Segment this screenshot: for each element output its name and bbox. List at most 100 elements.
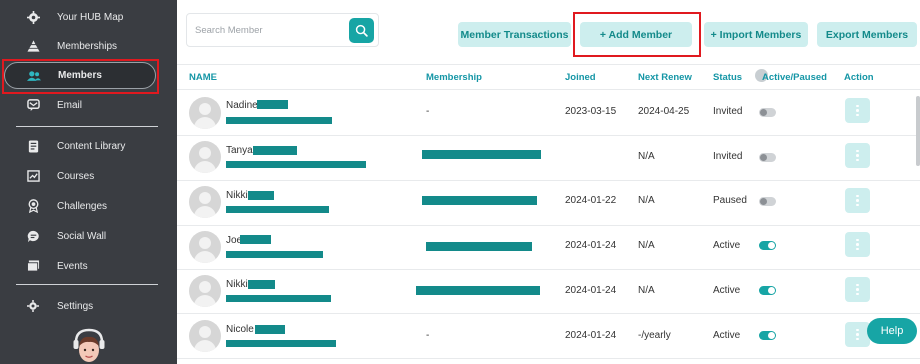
action-menu-button[interactable] — [845, 232, 870, 257]
sidebar-divider — [16, 284, 158, 285]
member-avatar — [189, 141, 221, 173]
document-icon — [26, 139, 40, 153]
member-avatar — [189, 231, 221, 263]
table-row — [177, 181, 920, 226]
redacted-name — [255, 325, 285, 334]
help-label: Help — [880, 325, 904, 337]
table-row — [177, 225, 920, 270]
more-vertical-icon — [856, 104, 859, 117]
pyramid-icon — [26, 39, 40, 53]
redacted-name — [248, 191, 274, 200]
sidebar-item-email[interactable]: Email — [0, 90, 177, 120]
settings-icon — [26, 299, 40, 313]
membership-cell: - — [426, 330, 430, 341]
next-renew-cell: N/A — [638, 151, 655, 162]
member-avatar — [189, 186, 221, 218]
action-menu-button[interactable] — [845, 322, 870, 347]
redacted-email — [226, 117, 332, 124]
user-avatar[interactable] — [72, 328, 106, 364]
redacted-name — [240, 235, 271, 244]
sidebar-item-memberships[interactable]: Memberships — [0, 31, 177, 61]
redacted-email — [226, 251, 323, 258]
add-member-button[interactable]: + Add Member — [580, 22, 692, 47]
more-vertical-icon — [856, 194, 859, 207]
next-renew-cell: N/A — [638, 240, 655, 251]
sidebar-item-hub-map[interactable]: Your HUB Map — [0, 2, 177, 32]
table-row — [177, 136, 920, 181]
sidebar-item-social-wall[interactable]: Social Wall — [0, 221, 177, 251]
sidebar-item-challenges[interactable]: Challenges — [0, 191, 177, 221]
sidebar-item-label: Challenges — [57, 200, 108, 212]
redacted-email — [226, 295, 331, 302]
sidebar-item-label: Content Library — [57, 140, 126, 152]
search-icon — [355, 24, 368, 37]
sidebar-item-label: Social Wall — [57, 230, 107, 242]
member-name: Nikki — [226, 190, 248, 201]
column-header-action[interactable]: Action — [844, 72, 874, 83]
active-toggle[interactable] — [759, 286, 776, 295]
sidebar-item-courses[interactable]: Courses — [0, 161, 177, 191]
sidebar-item-label: Email — [57, 99, 83, 111]
active-toggle[interactable] — [759, 108, 776, 117]
column-header-joined[interactable]: Joined — [565, 72, 596, 83]
sidebar-item-events[interactable]: Events — [0, 251, 177, 281]
status-cell: Invited — [713, 151, 743, 162]
redacted-name — [253, 146, 297, 155]
member-name: Nikki — [226, 279, 248, 290]
more-vertical-icon — [856, 283, 859, 296]
sidebar: Your HUB Map Memberships Members Email C… — [0, 0, 177, 364]
scrollbar[interactable] — [916, 96, 920, 166]
events-icon — [26, 259, 40, 273]
membership-cell: - — [426, 106, 430, 117]
action-menu-button[interactable] — [845, 98, 870, 123]
column-header-active-paused[interactable]: Active/Paused — [762, 72, 827, 83]
sidebar-item-label: Your HUB Map — [57, 11, 124, 23]
action-menu-button[interactable] — [845, 188, 870, 213]
status-cell: Invited — [713, 106, 743, 117]
sidebar-divider — [16, 126, 158, 127]
redacted-membership — [426, 242, 532, 251]
joined-cell: 2024-01-24 — [565, 330, 617, 341]
member-avatar — [189, 320, 221, 352]
search-input[interactable]: Search Member — [195, 25, 263, 36]
search-button[interactable] — [349, 18, 374, 43]
column-header-next-renew[interactable]: Next Renew — [638, 72, 692, 83]
import-members-button[interactable]: + Import Members — [704, 22, 808, 47]
member-name: Nicole — [226, 324, 254, 335]
sidebar-item-label: Memberships — [57, 40, 118, 52]
sidebar-item-content-library[interactable]: Content Library — [0, 131, 177, 161]
joined-cell: 2023-03-15 — [565, 106, 617, 117]
joined-cell: 2024-01-24 — [565, 285, 617, 296]
redacted-membership — [422, 196, 537, 205]
redacted-email — [226, 161, 366, 168]
export-members-button[interactable]: Export Members — [817, 22, 917, 47]
award-icon — [26, 199, 40, 213]
sidebar-item-label: Settings — [57, 300, 94, 312]
column-header-status[interactable]: Status — [713, 72, 742, 83]
sidebar-item-settings[interactable]: Settings — [0, 291, 177, 321]
help-button[interactable]: Help — [867, 318, 917, 344]
more-vertical-icon — [856, 238, 859, 251]
redacted-email — [226, 206, 329, 213]
next-renew-cell: 2024-04-25 — [638, 106, 690, 117]
sidebar-item-members[interactable]: Members — [4, 62, 156, 89]
active-toggle[interactable] — [759, 331, 776, 340]
table-row — [177, 91, 920, 136]
sidebar-item-label: Courses — [57, 170, 95, 182]
column-header-membership[interactable]: Membership — [426, 72, 482, 83]
member-avatar — [189, 97, 221, 129]
active-toggle[interactable] — [759, 241, 776, 250]
search-box[interactable]: Search Member — [186, 13, 379, 47]
column-header-name[interactable]: NAME — [189, 72, 217, 83]
status-cell: Paused — [713, 195, 747, 206]
member-transactions-button[interactable]: Member Transactions — [458, 22, 571, 47]
active-toggle[interactable] — [759, 153, 776, 162]
next-renew-cell: N/A — [638, 195, 655, 206]
active-toggle[interactable] — [759, 197, 776, 206]
status-cell: Active — [713, 240, 741, 251]
courses-icon — [26, 169, 40, 183]
redacted-name — [257, 100, 288, 109]
action-menu-button[interactable] — [845, 143, 870, 168]
more-vertical-icon — [856, 328, 859, 341]
action-menu-button[interactable] — [845, 277, 870, 302]
